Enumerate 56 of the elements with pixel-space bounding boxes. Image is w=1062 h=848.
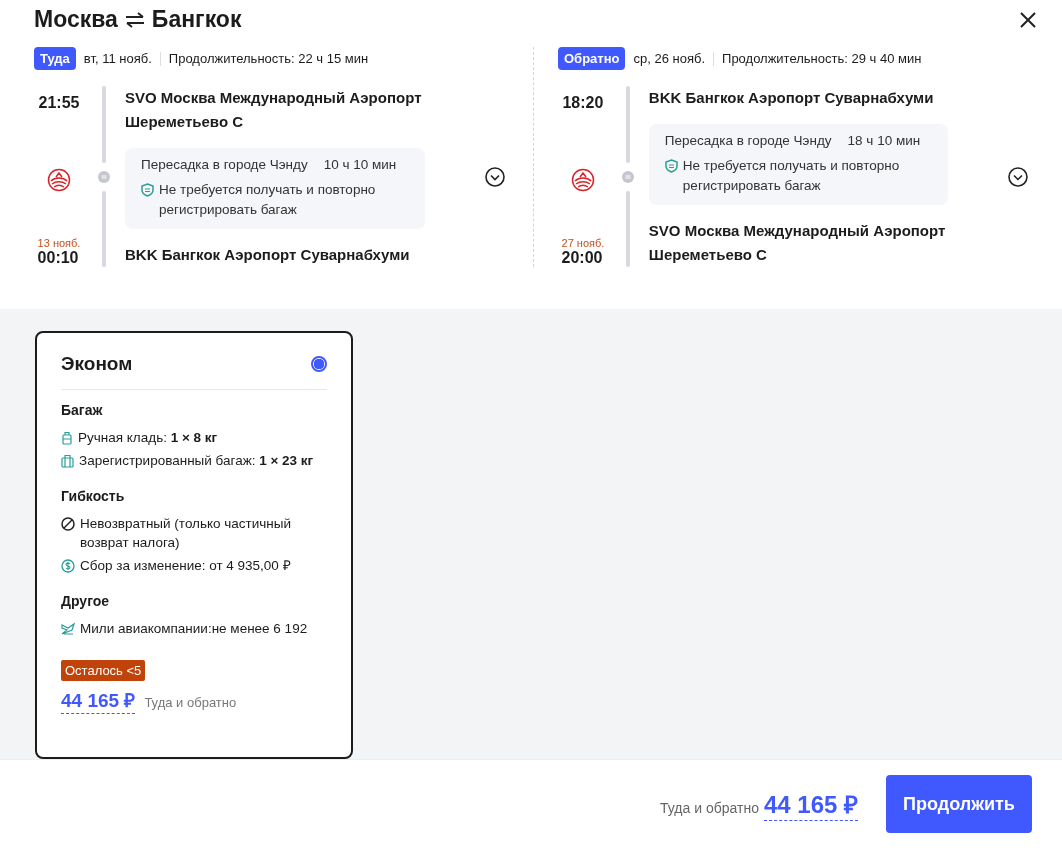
total-label: Туда и обратно bbox=[660, 800, 759, 816]
round-trip-arrows-icon bbox=[123, 11, 146, 28]
arrival-airport: SVO Москва Международный Аэропорт Шереметьево C bbox=[648, 221, 947, 265]
flight-duration: Продолжительность: 22 ч 15 мин bbox=[168, 51, 369, 66]
luggage-icon bbox=[61, 454, 74, 468]
transfer-city: Пересадка в городе Чэнду bbox=[664, 133, 832, 148]
airline-logo-icon bbox=[47, 167, 71, 192]
fare-condition: Мили авиакомпании:не менее 6 192 bbox=[80, 620, 308, 638]
plane-icon bbox=[61, 622, 75, 636]
seats-left-badge: Осталось <5 bbox=[61, 660, 146, 681]
suitcase-icon bbox=[61, 431, 73, 445]
baggage-note: Не требуется получать и повторно регистрировать багаж bbox=[682, 157, 901, 195]
fare-condition: Сбор за изменение: от 4 935,00 ₽ bbox=[80, 557, 291, 575]
arrival-time: 00:10 bbox=[37, 249, 80, 267]
departure-time: 21:55 bbox=[38, 94, 80, 112]
transfer-duration: 10 ч 10 мин bbox=[323, 157, 397, 172]
fare-price[interactable]: 44 165 ₽ bbox=[61, 687, 136, 714]
origin-city: Москва bbox=[34, 6, 118, 33]
close-icon[interactable] bbox=[1020, 11, 1036, 28]
departure-time: 18:20 bbox=[562, 94, 604, 112]
fare-card[interactable] bbox=[35, 331, 353, 759]
section-title: Другое bbox=[61, 593, 111, 609]
shield-icon bbox=[141, 183, 154, 197]
arrival-airport: BKK Бангкок Аэропорт Суварнабхуми bbox=[125, 245, 411, 265]
arrival-date: 13 нояб. bbox=[37, 237, 81, 249]
fare-radio[interactable] bbox=[311, 356, 327, 372]
fare-condition: Невозвратный (только частичный возврат налога) bbox=[80, 515, 293, 552]
flight-date: ср, 26 нояб. bbox=[633, 51, 706, 66]
expand-chevron-icon[interactable] bbox=[1008, 166, 1028, 187]
flight-date: вт, 11 нояб. bbox=[83, 51, 152, 66]
destination-city: Бангкок bbox=[151, 6, 242, 33]
stop-icon bbox=[98, 170, 110, 183]
prohibited-icon bbox=[61, 517, 75, 531]
flight-duration: Продолжительность: 29 ч 40 мин bbox=[722, 51, 922, 66]
fare-condition: Зарегистрированный багаж: 1 × 23 кг bbox=[79, 452, 314, 470]
departure-airport: SVO Москва Международный Аэропорт Шереметьево C bbox=[125, 88, 423, 132]
airline-logo-icon bbox=[570, 167, 595, 192]
dollar-coin-icon bbox=[61, 559, 75, 573]
fare-name: Эконом bbox=[61, 353, 133, 375]
fare-condition: Ручная кладь: 1 × 8 кг bbox=[78, 429, 218, 447]
section-title: Багаж bbox=[61, 402, 104, 418]
section-title: Гибкость bbox=[61, 488, 126, 504]
price-note: Туда и обратно bbox=[144, 695, 237, 710]
stop-icon bbox=[621, 170, 634, 183]
transfer-city: Пересадка в городе Чэнду bbox=[141, 157, 308, 172]
shield-icon bbox=[664, 159, 678, 173]
baggage-note: Не требуется получать и повторно регистрировать багаж bbox=[159, 181, 377, 219]
arrival-time: 20:00 bbox=[561, 249, 604, 267]
expand-chevron-icon[interactable] bbox=[485, 166, 505, 187]
arrival-date: 27 нояб. bbox=[561, 237, 605, 249]
continue-button[interactable]: Продолжить bbox=[886, 775, 1032, 833]
direction-tag: Обратно bbox=[558, 47, 626, 70]
direction-tag: Туда bbox=[34, 47, 76, 70]
transfer-duration: 18 ч 10 мин bbox=[847, 133, 921, 148]
departure-airport: BKK Бангкок Аэропорт Суварнабхуми bbox=[648, 88, 935, 108]
total-price[interactable]: 44 165 ₽ bbox=[763, 787, 858, 821]
